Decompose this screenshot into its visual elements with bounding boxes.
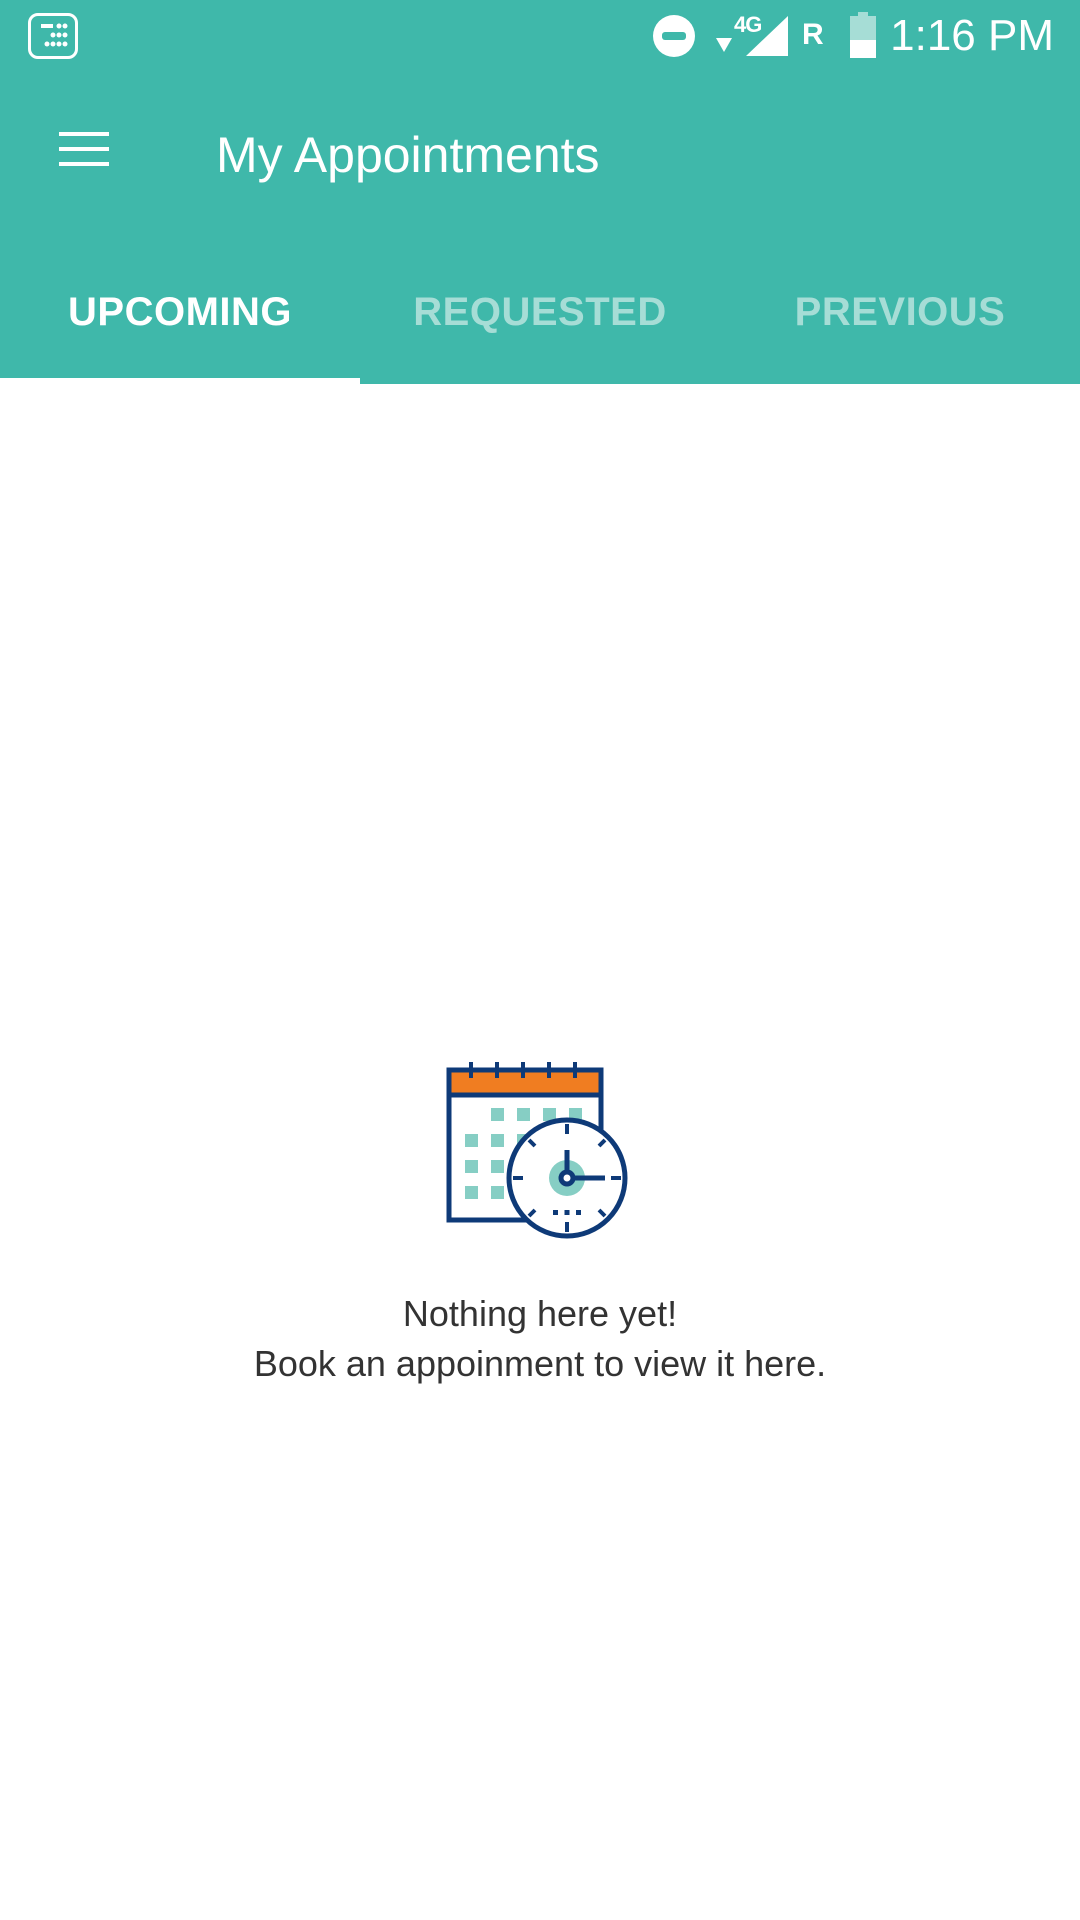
tab-previous-label: PREVIOUS	[794, 289, 1006, 334]
status-bar: 4G R 1:16 PM	[0, 0, 1080, 72]
wifi-icon	[716, 38, 732, 52]
menu-button[interactable]	[42, 112, 126, 186]
empty-state-subtitle: Book an appoinment to view it here.	[253, 1343, 827, 1384]
app-screen: 4G R 1:16 PM My Appointments UPCOMING RE…	[0, 0, 1080, 1920]
tab-requested[interactable]: REQUESTED	[360, 240, 720, 384]
do-not-disturb-icon	[653, 15, 695, 57]
tab-previous[interactable]: PREVIOUS	[720, 240, 1080, 384]
app-bar: My Appointments	[0, 72, 1080, 240]
cell-signal-icon	[746, 16, 788, 56]
calendar-clock-icon	[446, 1062, 628, 1239]
appointment-tabs: UPCOMING REQUESTED PREVIOUS	[0, 240, 1080, 384]
tab-upcoming[interactable]: UPCOMING	[0, 240, 360, 384]
hamburger-menu-icon	[59, 132, 109, 166]
notification-app-icon	[28, 13, 78, 59]
tab-requested-label: REQUESTED	[413, 289, 667, 334]
empty-state: Nothing here yet! Book an appoinment to …	[0, 1060, 1080, 1390]
roaming-label: R	[802, 18, 824, 51]
tab-upcoming-label: UPCOMING	[68, 289, 292, 334]
page-title: My Appointments	[216, 127, 600, 183]
active-tab-indicator	[0, 378, 360, 384]
empty-state-title: Nothing here yet!	[402, 1293, 678, 1334]
battery-icon	[850, 12, 876, 58]
status-time: 1:16 PM	[890, 11, 1054, 60]
